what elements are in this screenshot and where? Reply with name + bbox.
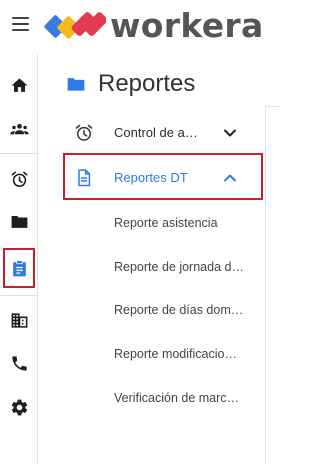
phone-icon[interactable] [0, 344, 38, 382]
rail-divider [0, 153, 38, 154]
document-icon [78, 169, 91, 187]
hamburger-menu-icon[interactable] [12, 17, 29, 31]
building-icon[interactable] [0, 301, 38, 339]
folder-icon[interactable] [0, 202, 38, 240]
panel-divider [265, 106, 266, 464]
page-title: Reportes [98, 70, 196, 97]
workera-logo-icon [44, 12, 106, 39]
menu-item-label: Control de a… [114, 125, 198, 140]
submenu-item-reporte-jornada[interactable]: Reporte de jornada d… [114, 260, 244, 274]
panel-header: Reportes [66, 70, 195, 98]
brand-name: workera [110, 6, 264, 45]
alarm-icon[interactable] [0, 160, 38, 198]
home-icon[interactable] [0, 66, 38, 104]
submenu-item-reporte-dias-domingo[interactable]: Reporte de días dom… [114, 303, 243, 317]
alarm-icon [75, 124, 93, 141]
menu-item-reportes-dt[interactable]: Reportes DT [38, 158, 265, 198]
submenu-item-verificacion-marcas[interactable]: Verificación de marc… [114, 391, 239, 405]
clipboard-icon[interactable] [0, 249, 38, 287]
icon-rail [0, 54, 38, 464]
chevron-up-icon[interactable] [222, 170, 238, 186]
menu-item-control-asistencia[interactable]: Control de a… [38, 113, 265, 153]
chevron-down-icon[interactable] [222, 125, 238, 141]
folder-icon [67, 78, 85, 91]
panel-divider [265, 106, 280, 107]
menu-item-label: Reportes DT [114, 170, 188, 185]
rail-divider [0, 295, 38, 296]
gear-icon[interactable] [0, 388, 38, 426]
top-bar: workera [0, 0, 280, 54]
submenu-item-reporte-modificaciones[interactable]: Reporte modificacio… [114, 347, 237, 361]
submenu-item-reporte-asistencia[interactable]: Reporte asistencia [114, 216, 218, 230]
people-icon[interactable] [0, 110, 38, 148]
reports-panel: Reportes Control de a… Reportes DT Repor… [38, 54, 280, 464]
